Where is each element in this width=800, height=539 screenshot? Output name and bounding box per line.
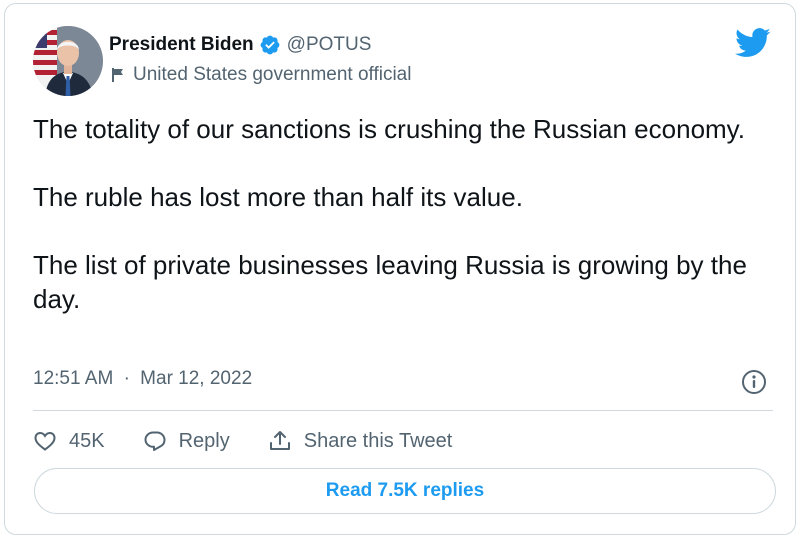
tweet-timestamp[interactable]: 12:51 AM · Mar 12, 2022 (33, 368, 252, 390)
like-button[interactable]: 45K (33, 429, 105, 453)
reply-label: Reply (178, 429, 230, 452)
tweet-actions: 45K Reply Share this Tweet (33, 426, 452, 456)
account-label-row: United States government official (111, 64, 411, 86)
display-name[interactable]: President Biden (109, 34, 254, 56)
divider (33, 410, 773, 411)
reply-button[interactable]: Reply (143, 429, 230, 453)
tweet-paragraph: The list of private businesses leaving R… (33, 250, 747, 314)
share-icon (269, 431, 290, 450)
info-icon[interactable] (741, 369, 767, 395)
like-count: 45K (69, 429, 105, 452)
government-label[interactable]: United States government official (133, 64, 411, 86)
tweet-time: 12:51 AM (33, 368, 114, 389)
flag-icon (111, 67, 125, 83)
tweet-text: The totality of our sanctions is crushin… (33, 112, 773, 316)
author-name-row: President Biden @POTUS (109, 34, 371, 56)
verified-badge-icon (259, 34, 281, 56)
avatar[interactable] (33, 26, 103, 96)
share-button[interactable]: Share this Tweet (268, 429, 453, 453)
share-label: Share this Tweet (303, 429, 453, 452)
tweet-paragraph: The ruble has lost more than half its va… (33, 182, 523, 212)
tweet-date: Mar 12, 2022 (140, 368, 253, 389)
handle[interactable]: @POTUS (287, 34, 372, 56)
avatar-photo (33, 26, 103, 96)
tweet-card: President Biden @POTUS United States gov… (4, 3, 796, 535)
timestamp-separator: · (123, 368, 130, 389)
read-replies-button[interactable]: Read 7.5K replies (34, 468, 776, 514)
reply-icon (144, 431, 166, 451)
tweet-paragraph: The totality of our sanctions is crushin… (33, 114, 745, 144)
twitter-bird-icon[interactable] (735, 28, 771, 58)
heart-icon (34, 431, 56, 451)
